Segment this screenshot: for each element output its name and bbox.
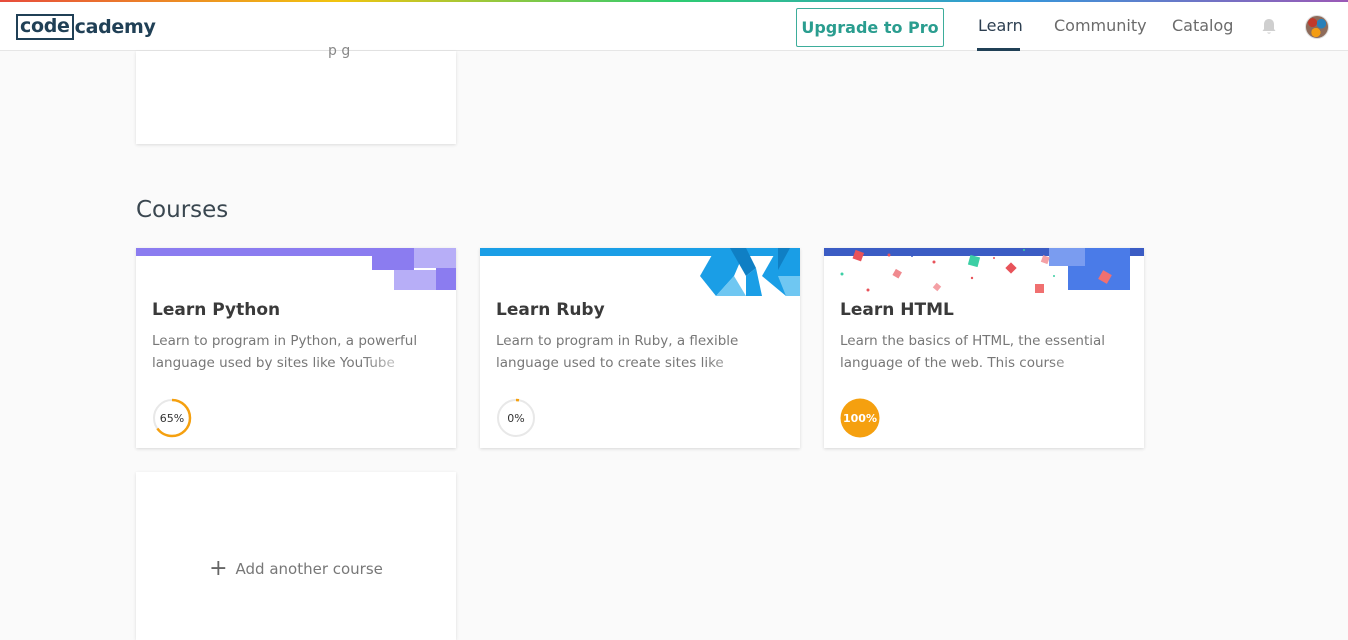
progress-label: 100% [843, 411, 877, 425]
course-card-python[interactable]: Learn Python Learn to program in Python,… [136, 248, 456, 448]
ruby-card-art [700, 248, 800, 296]
bell-icon[interactable] [1261, 18, 1277, 36]
nav-catalog[interactable]: Catalog [1172, 16, 1233, 35]
add-course-row[interactable]: + Add another course [136, 556, 456, 581]
html-card-confetti-art [824, 248, 1144, 293]
progress-ring: 65% [152, 398, 192, 438]
nav-learn[interactable]: Learn [978, 16, 1023, 35]
course-description: Learn to program in Python, a powerful l… [152, 330, 422, 376]
add-course-label: Add another course [235, 560, 383, 578]
courses-section-title: Courses [136, 197, 229, 223]
course-description: Learn the basics of HTML, the essential … [840, 330, 1110, 376]
upgrade-to-pro-button[interactable]: Upgrade to Pro [796, 8, 944, 47]
user-avatar[interactable] [1305, 15, 1329, 39]
course-card-ruby[interactable]: Learn Ruby Learn to program in Ruby, a f… [480, 248, 800, 448]
course-title: Learn Python [152, 300, 281, 320]
progress-ring: 0% [496, 398, 536, 438]
course-title: Learn HTML [840, 300, 954, 320]
partial-card-text: p g [328, 43, 351, 59]
progress-label: 65% [159, 411, 185, 425]
python-card-art [372, 248, 456, 290]
top-header: code cademy Upgrade to Pro Learn Communit… [0, 2, 1348, 51]
course-description: Learn to program in Ruby, a flexible lan… [496, 330, 766, 376]
partial-path-card[interactable]: p g [136, 43, 456, 144]
logo-cademy-text: cademy [74, 16, 156, 38]
add-course-card[interactable]: + Add another course [136, 472, 456, 640]
progress-ring: 100% [840, 398, 880, 438]
course-card-html[interactable]: Learn HTML Learn the basics of HTML, the… [824, 248, 1144, 448]
codecademy-logo[interactable]: code cademy [16, 14, 156, 40]
nav-community[interactable]: Community [1054, 16, 1147, 35]
logo-code-box: code [16, 14, 74, 40]
course-title: Learn Ruby [496, 300, 605, 320]
active-nav-underline [977, 48, 1020, 51]
plus-icon: + [209, 556, 228, 581]
progress-label: 0% [507, 411, 525, 425]
